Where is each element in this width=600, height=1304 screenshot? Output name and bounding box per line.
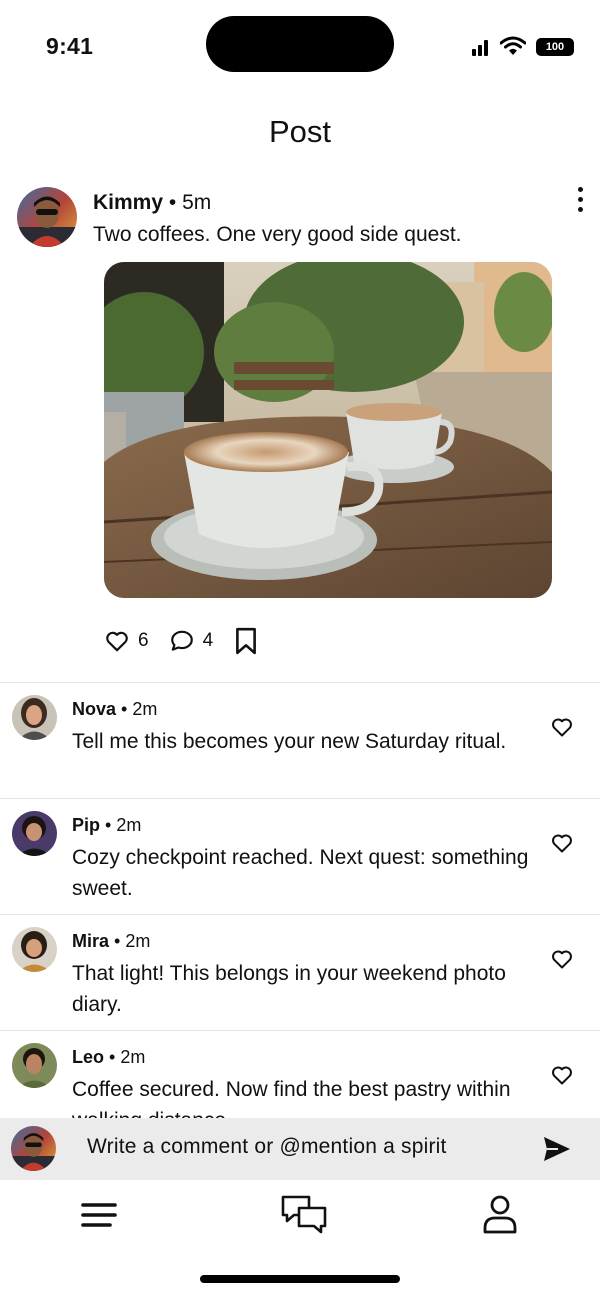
post-photo[interactable]: [104, 262, 552, 598]
dynamic-island: [206, 16, 394, 72]
battery-icon: 100: [536, 38, 574, 56]
bottom-navigation: [0, 1180, 600, 1260]
comment-text: That light! This belongs in your weekend…: [72, 962, 506, 1016]
wifi-icon: [500, 36, 526, 55]
comment-input[interactable]: Write a comment or @mention a spirit: [87, 1135, 447, 1159]
comment-time: 2m: [125, 931, 151, 951]
heart-icon[interactable]: [550, 1063, 574, 1087]
comment-item: Pip • 2m Cozy checkpoint reached. Next q…: [0, 798, 600, 914]
post-actions: 6 4: [104, 626, 257, 656]
commenter-name[interactable]: Mira: [72, 931, 109, 951]
status-time: 9:41: [46, 33, 94, 59]
chat-bubble-icon[interactable]: [169, 628, 195, 654]
comment-composer: Write a comment or @mention a spirit: [0, 1118, 600, 1180]
send-icon[interactable]: [542, 1135, 572, 1163]
current-user-avatar: [11, 1126, 56, 1171]
post-author-name[interactable]: Kimmy: [93, 191, 163, 214]
commenter-avatar[interactable]: [12, 927, 57, 972]
cellular-signal-icon: [472, 38, 492, 56]
post-author-line: Kimmy • 5m: [93, 191, 211, 215]
comment-time: 2m: [116, 815, 142, 835]
heart-icon[interactable]: [104, 628, 130, 654]
commenter-name[interactable]: Leo: [72, 1047, 104, 1067]
comment-text: Cozy checkpoint reached. Next quest: som…: [72, 846, 529, 900]
like-action[interactable]: 6: [104, 628, 149, 654]
comment-action[interactable]: 4: [149, 628, 214, 654]
commenter-avatar[interactable]: [12, 695, 57, 740]
comment-text: Tell me this becomes your new Saturday r…: [72, 730, 507, 753]
status-bar: 9:41 100: [0, 0, 600, 96]
comment-header: Mira • 2m: [72, 931, 151, 951]
commenter-name[interactable]: Nova: [72, 699, 116, 719]
comment-text: Coffee secured. Now find the best pastry…: [72, 1078, 511, 1118]
comment-item: Mira • 2m That light! This belongs in yo…: [0, 914, 600, 1030]
commenter-avatar[interactable]: [12, 1043, 57, 1088]
comment-header: Pip • 2m: [72, 815, 142, 835]
menu-icon[interactable]: [80, 1198, 118, 1232]
comments-list[interactable]: Nova • 2m Tell me this becomes your new …: [0, 682, 600, 1118]
comment-item: Nova • 2m Tell me this becomes your new …: [0, 682, 600, 798]
commenter-name[interactable]: Pip: [72, 815, 100, 835]
post-author-avatar[interactable]: [17, 187, 77, 247]
heart-icon[interactable]: [550, 831, 574, 855]
comment-header: Nova • 2m: [72, 699, 158, 719]
profile-icon[interactable]: [482, 1194, 518, 1234]
home-indicator: [200, 1275, 400, 1283]
page-title: Post: [268, 114, 332, 149]
bookmark-icon[interactable]: [235, 627, 257, 655]
comment-header: Leo • 2m: [72, 1047, 146, 1067]
comment-item: Leo • 2m Coffee secured. Now find the be…: [0, 1030, 600, 1118]
chats-icon[interactable]: [280, 1194, 328, 1234]
post-separator: •: [163, 191, 183, 214]
like-count: 6: [138, 630, 149, 651]
post-time: 5m: [182, 191, 212, 214]
post-text: Two coffees. One very good side quest.: [93, 223, 462, 246]
commenter-avatar[interactable]: [12, 811, 57, 856]
heart-icon[interactable]: [550, 715, 574, 739]
comment-time: 2m: [132, 699, 158, 719]
more-vertical-icon[interactable]: [572, 186, 590, 214]
comment-time: 2m: [120, 1047, 146, 1067]
comment-count: 4: [202, 630, 214, 651]
heart-icon[interactable]: [550, 947, 574, 971]
